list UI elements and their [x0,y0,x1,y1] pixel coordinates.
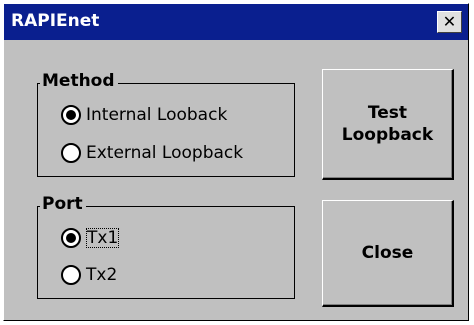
radio-internal-loopback-icon [61,105,81,125]
radio-internal-loopback-label: Internal Looback [86,105,228,125]
close-button-label: Close [361,243,414,263]
radio-external-loopback[interactable]: External Loopback [61,141,243,165]
close-icon[interactable]: ✕ [437,11,462,33]
radio-tx2-label: Tx2 [86,265,118,285]
port-legend: Port [40,194,86,214]
radio-tx1-icon [61,228,81,248]
radio-tx2-icon [61,265,81,285]
test-loopback-label-line1: Test [367,103,408,123]
radio-internal-loopback[interactable]: Internal Looback [61,103,227,127]
radio-tx1[interactable]: Tx1 [61,226,120,250]
test-loopback-button[interactable]: Test Loopback [322,69,454,180]
title-bar[interactable]: RAPIEnet ✕ [4,4,468,40]
window-title: RAPIEnet [11,11,100,31]
method-legend: Method [40,71,118,91]
radio-external-loopback-label: External Loopback [86,143,244,163]
test-loopback-label-line2: Loopback [341,125,434,145]
radio-tx1-label: Tx1 [86,228,120,248]
rapienet-dialog: RAPIEnet ✕ Method Internal Looback Exter… [3,3,469,321]
radio-external-loopback-icon [61,143,81,163]
close-button[interactable]: Close [322,200,454,307]
radio-tx2[interactable]: Tx2 [61,263,117,287]
